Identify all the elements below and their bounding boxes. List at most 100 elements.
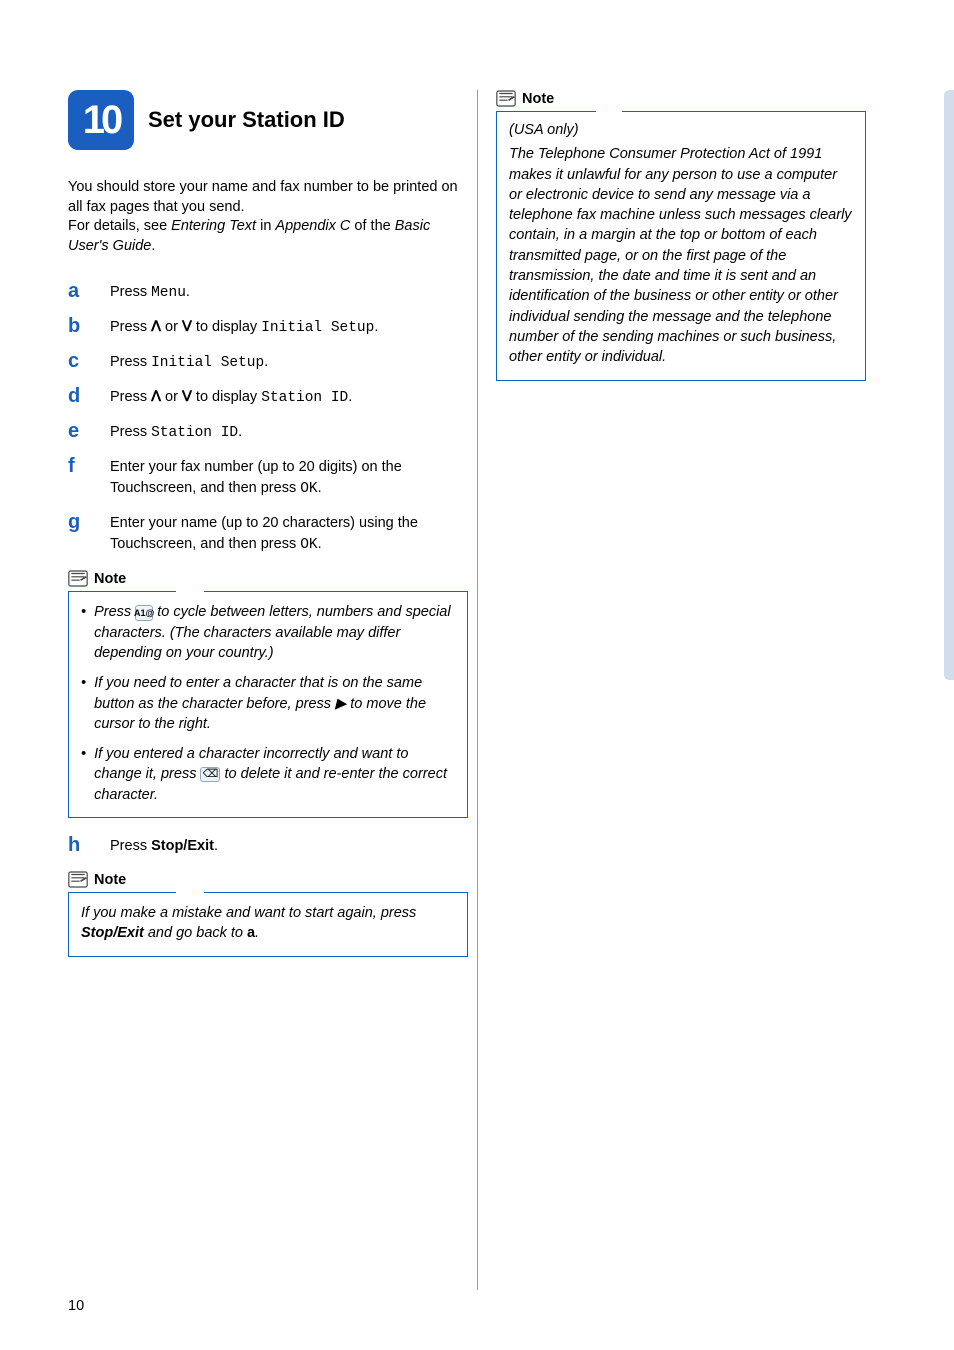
step-letter-b: b bbox=[68, 315, 88, 339]
step-a-t2: . bbox=[186, 284, 190, 300]
step-letter-c: c bbox=[68, 350, 88, 374]
note-head-1: Note bbox=[68, 570, 468, 587]
step-e: e Press Station ID. bbox=[68, 420, 468, 444]
step-f-t2: . bbox=[318, 480, 322, 496]
cycle-key-icon: A1@ bbox=[135, 605, 153, 621]
note2-ref-a: a bbox=[247, 925, 255, 941]
step-letter-g: g bbox=[68, 511, 88, 556]
note-right-body: The Telephone Consumer Protection Act of… bbox=[509, 144, 853, 367]
step-d-t3: to display bbox=[192, 389, 261, 405]
note-label-2: Note bbox=[94, 872, 126, 888]
step-a-body: Press Menu. bbox=[110, 280, 468, 304]
step-f-t1: Enter your fax number (up to 20 digits) … bbox=[110, 459, 402, 496]
step-f-ok: OK bbox=[300, 481, 317, 497]
step-b-body: Press ᐱ or ᐯ to display Initial Setup. bbox=[110, 315, 468, 339]
note2-stopexit: Stop/Exit bbox=[81, 925, 144, 941]
step-letter-h: h bbox=[68, 834, 88, 857]
bullet-icon: • bbox=[81, 602, 86, 663]
step-d-t4: . bbox=[348, 389, 352, 405]
step-c-t1: Press bbox=[110, 354, 151, 370]
step-d-t2: or bbox=[161, 389, 182, 405]
step-e-station-id: Station ID bbox=[151, 425, 238, 441]
step-h-stopexit: Stop/Exit bbox=[151, 838, 214, 854]
page-edge-tab bbox=[944, 90, 954, 680]
note1-item-1: • Press A1@ to cycle between letters, nu… bbox=[81, 602, 455, 663]
intro-line2e: of the bbox=[350, 218, 394, 234]
step-g-ok: OK bbox=[300, 537, 317, 553]
note-head-2: Note bbox=[68, 871, 468, 888]
step-b-initial-setup: Initial Setup bbox=[261, 320, 374, 336]
step-e-t1: Press bbox=[110, 424, 151, 440]
right-column: Note (USA only) The Telephone Consumer P… bbox=[496, 90, 866, 973]
page-number: 10 bbox=[68, 1298, 84, 1314]
step-g-t2: . bbox=[318, 536, 322, 552]
n1i1-pre: Press bbox=[94, 604, 135, 620]
step-e-body: Press Station ID. bbox=[110, 420, 468, 444]
step-c-initial-setup: Initial Setup bbox=[151, 355, 264, 371]
step-h-body: Press Stop/Exit. bbox=[110, 834, 468, 857]
intro-line2a: For details, see bbox=[68, 218, 171, 234]
steps-list: a Press Menu. b Press ᐱ or ᐯ to display … bbox=[68, 280, 468, 556]
chevron-down-icon: ᐯ bbox=[182, 387, 192, 408]
step-d-station-id: Station ID bbox=[261, 390, 348, 406]
chevron-up-icon: ᐱ bbox=[151, 317, 161, 338]
step-h-t2: . bbox=[214, 838, 218, 854]
note-list-1: • Press A1@ to cycle between letters, nu… bbox=[81, 602, 455, 805]
bullet-icon: • bbox=[81, 744, 86, 805]
intro-line1: You should store your name and fax numbe… bbox=[68, 179, 458, 215]
intro-ref-entering-text: Entering Text bbox=[171, 218, 256, 234]
intro-ref-appendix: Appendix C bbox=[275, 218, 350, 234]
step-e-t2: . bbox=[238, 424, 242, 440]
left-column: 10 Set your Station ID You should store … bbox=[68, 90, 468, 973]
note-block-right: Note (USA only) The Telephone Consumer P… bbox=[496, 90, 866, 381]
step-d: d Press ᐱ or ᐯ to display Station ID. bbox=[68, 385, 468, 409]
note-icon bbox=[68, 570, 88, 587]
triangle-right-icon: ▶ bbox=[335, 694, 346, 714]
note-icon bbox=[68, 871, 88, 888]
note-head-right: Note bbox=[496, 90, 866, 107]
note-label-1: Note bbox=[94, 571, 126, 587]
step-f: f Enter your fax number (up to 20 digits… bbox=[68, 455, 468, 500]
step-b-t4: . bbox=[374, 319, 378, 335]
step-h-t1: Press bbox=[110, 838, 151, 854]
intro-line2g: . bbox=[151, 238, 155, 254]
step-letter-a: a bbox=[68, 280, 88, 304]
page: 10 Set your Station ID You should store … bbox=[0, 0, 954, 1350]
delete-key-icon: ⌫ bbox=[200, 767, 220, 782]
step-a-t1: Press bbox=[110, 284, 151, 300]
chevron-up-icon: ᐱ bbox=[151, 387, 161, 408]
note-block-2: Note If you make a mistake and want to s… bbox=[68, 871, 468, 957]
step-title: Set your Station ID bbox=[148, 107, 345, 133]
note1-item-2: • If you need to enter a character that … bbox=[81, 673, 455, 734]
note2-t1: If you make a mistake and want to start … bbox=[81, 905, 416, 921]
note-box-1: • Press A1@ to cycle between letters, nu… bbox=[68, 592, 468, 818]
step-d-t1: Press bbox=[110, 389, 151, 405]
note-box-right: (USA only) The Telephone Consumer Protec… bbox=[496, 112, 866, 381]
step-c: c Press Initial Setup. bbox=[68, 350, 468, 374]
step-number-badge: 10 bbox=[68, 90, 134, 150]
columns: 10 Set your Station ID You should store … bbox=[68, 90, 902, 973]
step-letter-d: d bbox=[68, 385, 88, 409]
note-right-usa: (USA only) bbox=[509, 120, 853, 140]
step-h: h Press Stop/Exit. bbox=[68, 834, 468, 857]
chevron-down-icon: ᐯ bbox=[182, 317, 192, 338]
step-g-body: Enter your name (up to 20 characters) us… bbox=[110, 511, 468, 556]
step-a: a Press Menu. bbox=[68, 280, 468, 304]
step-d-body: Press ᐱ or ᐯ to display Station ID. bbox=[110, 385, 468, 409]
step-letter-f: f bbox=[68, 455, 88, 500]
step-letter-e: e bbox=[68, 420, 88, 444]
intro-line2c: in bbox=[256, 218, 275, 234]
note-block-1: Note • Press A1@ to cycle between letter… bbox=[68, 570, 468, 818]
step-b-t1: Press bbox=[110, 319, 151, 335]
intro-paragraph: You should store your name and fax numbe… bbox=[68, 178, 468, 256]
step-c-body: Press Initial Setup. bbox=[110, 350, 468, 374]
note-label-right: Note bbox=[522, 91, 554, 107]
step-b: b Press ᐱ or ᐯ to display Initial Setup. bbox=[68, 315, 468, 339]
step-g-t1: Enter your name (up to 20 characters) us… bbox=[110, 515, 418, 552]
note-icon bbox=[496, 90, 516, 107]
column-divider bbox=[477, 90, 478, 1290]
step-a-menu: Menu bbox=[151, 285, 186, 301]
note1-item-3: • If you entered a character incorrectly… bbox=[81, 744, 455, 805]
note2-t3: . bbox=[255, 925, 259, 941]
bullet-icon: • bbox=[81, 673, 86, 734]
